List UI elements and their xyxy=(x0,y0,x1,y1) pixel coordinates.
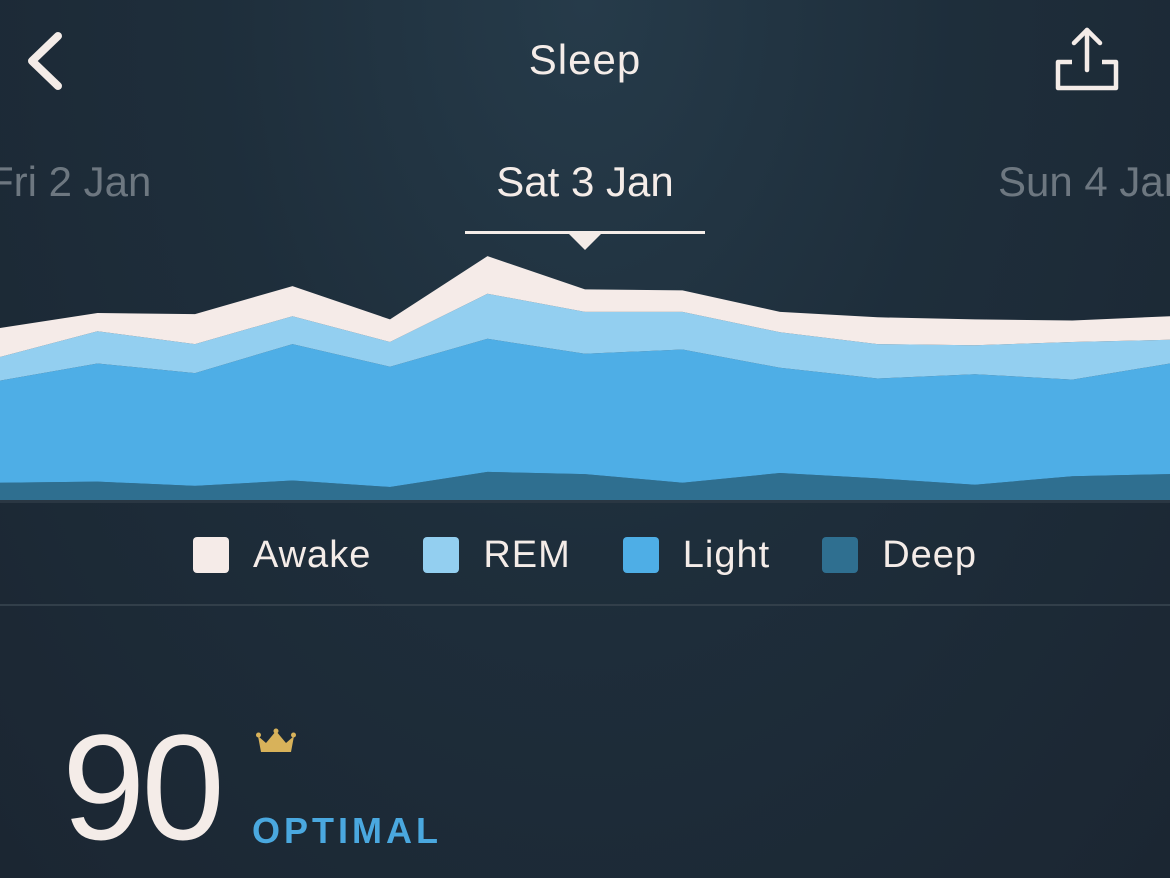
header: Sleep xyxy=(0,0,1170,125)
crown-icon xyxy=(256,728,296,752)
legend-label-awake: Awake xyxy=(252,533,372,576)
date-pointer-icon xyxy=(569,234,601,250)
legend-label-rem: REM xyxy=(483,533,571,576)
sleep-stages-chart xyxy=(0,256,1170,502)
chart-baseline xyxy=(0,500,1170,503)
section-divider xyxy=(0,604,1170,606)
share-icon xyxy=(1055,27,1119,91)
legend-swatch-deep xyxy=(822,537,859,573)
legend-item-awake: Awake xyxy=(192,533,372,577)
legend-swatch-awake xyxy=(192,537,229,573)
chart-legend: Awake REM Light Deep xyxy=(0,520,1170,590)
date-selector[interactable]: Fri 2 Jan Sat 3 Jan Sun 4 Jan xyxy=(0,140,1170,260)
legend-item-deep: Deep xyxy=(822,534,977,577)
legend-item-light: Light xyxy=(622,533,771,577)
legend-swatch-rem xyxy=(423,537,460,573)
page-title: Sleep xyxy=(528,36,642,83)
sleep-score-value: 90 xyxy=(62,703,225,871)
date-next[interactable]: Sun 4 Jan xyxy=(998,158,1170,206)
share-button[interactable] xyxy=(1050,24,1124,96)
legend-label-deep: Deep xyxy=(882,533,978,576)
legend-swatch-light xyxy=(622,537,659,573)
date-current[interactable]: Sat 3 Jan xyxy=(0,158,1170,206)
legend-label-light: Light xyxy=(682,533,771,576)
sleep-score-label: OPTIMAL xyxy=(252,810,442,851)
legend-item-rem: REM xyxy=(423,534,570,577)
